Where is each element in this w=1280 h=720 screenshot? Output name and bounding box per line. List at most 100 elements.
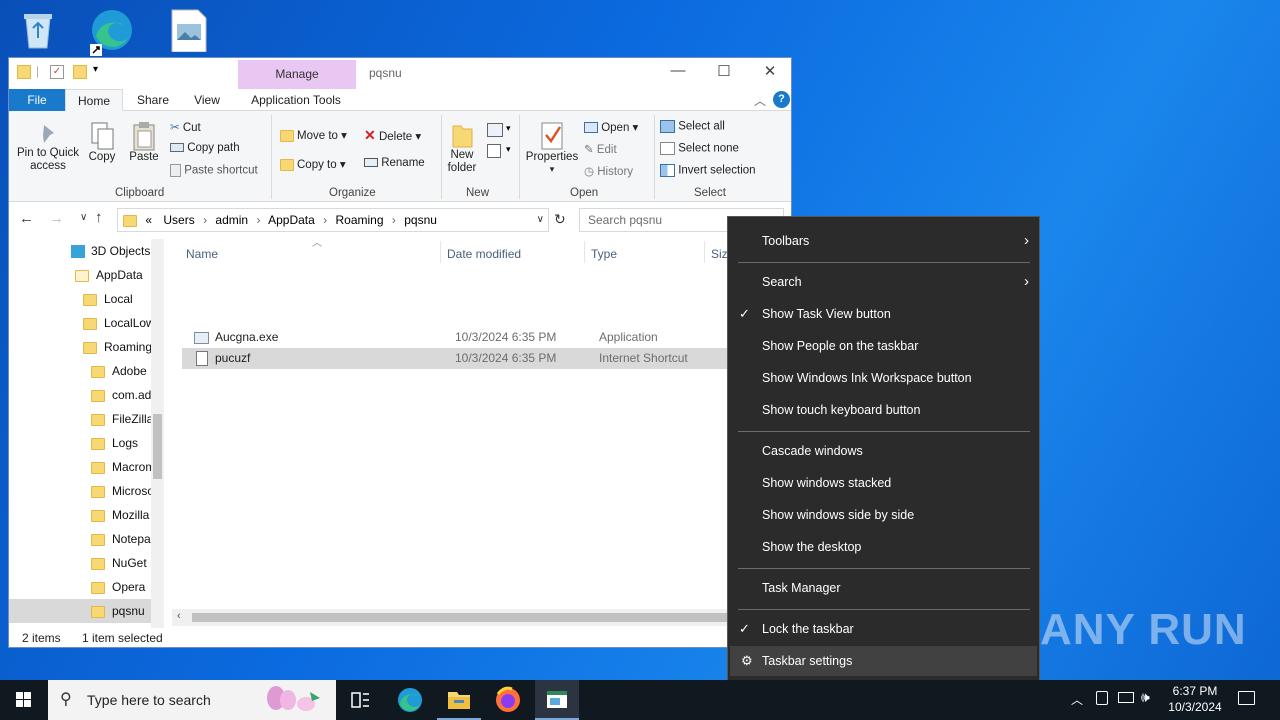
delete-button[interactable]: ✕ Delete ▾ <box>364 127 421 144</box>
nav-item-filezilla[interactable]: FileZilla <box>91 407 153 431</box>
manage-tab-group[interactable]: Manage <box>238 60 356 89</box>
nav-item-opera[interactable]: Opera <box>91 575 145 599</box>
menu-item-show-desktop[interactable]: Show the desktop <box>728 532 1039 562</box>
file-explorer-window[interactable]: | ✓ ▾ Manage pqsnu — ☐ ✕ File Home Share… <box>8 57 792 648</box>
taskbar-edge-button[interactable] <box>388 680 432 720</box>
column-divider[interactable] <box>584 241 585 263</box>
breadcrumb-overflow[interactable]: « <box>145 213 152 227</box>
move-to-button[interactable]: Move to ▾ <box>280 128 347 142</box>
menu-item-lock-taskbar[interactable]: ✓ Lock the taskbar <box>728 614 1039 644</box>
history-button[interactable]: ◷ History <box>584 164 633 178</box>
minimize-button[interactable]: — <box>655 62 701 84</box>
paste-button[interactable]: Paste <box>127 121 161 163</box>
copy-to-button[interactable]: Copy to ▾ <box>280 157 346 171</box>
taskbar-context-menu[interactable]: Toolbars › Search › ✓ Show Task View button… <box>727 216 1040 685</box>
scroll-left-icon[interactable]: ‹ <box>177 610 181 622</box>
notification-center-icon[interactable] <box>1238 691 1255 705</box>
nav-item-logs[interactable]: Logs <box>91 431 138 455</box>
select-all-button[interactable]: Select all <box>660 120 725 133</box>
horizontal-scrollbar[interactable]: ‹ <box>172 609 791 626</box>
security-icon[interactable] <box>1096 691 1108 705</box>
breadcrumb-roaming[interactable]: Roaming <box>336 213 384 227</box>
column-date-modified[interactable]: Date modified <box>447 247 521 261</box>
nav-item-adobe[interactable]: Adobe <box>91 359 147 383</box>
pin-quick-access-button[interactable]: Pin to Quick access <box>13 121 83 173</box>
tab-view[interactable]: View <box>185 89 229 112</box>
menu-item-show-people[interactable]: Show People on the taskbar <box>728 331 1039 361</box>
menu-item-show-task-view[interactable]: ✓ Show Task View button <box>728 299 1039 329</box>
qat-dropdown-icon[interactable]: ▾ <box>93 64 98 75</box>
taskbar-explorer-button[interactable] <box>437 680 481 720</box>
recent-dropdown-icon[interactable]: ∨ <box>80 212 87 223</box>
maximize-button[interactable]: ☐ <box>701 62 747 84</box>
copy-button[interactable]: Copy <box>87 121 117 163</box>
invert-selection-button[interactable]: Invert selection <box>660 164 756 177</box>
menu-item-show-ink-workspace[interactable]: Show Windows Ink Workspace button <box>728 363 1039 393</box>
tab-home[interactable]: Home <box>65 89 123 112</box>
new-item-icon[interactable] <box>487 123 503 137</box>
breadcrumb-pqsnu[interactable]: pqsnu <box>404 213 437 227</box>
menu-item-windows-side-by-side[interactable]: Show windows side by side <box>728 500 1039 530</box>
title-bar[interactable]: | ✓ ▾ Manage pqsnu — ☐ ✕ <box>9 58 791 89</box>
show-hidden-icons-chevron[interactable]: ︿ <box>1071 691 1083 708</box>
properties-check-icon[interactable]: ✓ <box>50 65 64 79</box>
taskbar-firefox-button[interactable] <box>486 680 530 720</box>
menu-item-toolbars[interactable]: Toolbars › <box>728 226 1039 256</box>
tab-share[interactable]: Share <box>129 89 177 112</box>
nav-item-appdata[interactable]: AppData <box>75 263 143 287</box>
easy-access-icon[interactable] <box>487 144 501 158</box>
forward-arrow-icon[interactable]: → <box>49 210 64 227</box>
edit-button[interactable]: ✎ Edit <box>584 142 617 156</box>
menu-item-show-touch-keyboard[interactable]: Show touch keyboard button <box>728 395 1039 425</box>
open-button[interactable]: Open ▾ <box>584 120 638 134</box>
rename-button[interactable]: Rename <box>364 157 425 169</box>
properties-button[interactable]: Properties ▾ <box>524 121 580 175</box>
close-button[interactable]: ✕ <box>747 62 791 84</box>
address-bar[interactable]: « Users › admin › AppData › Roaming › pq… <box>117 208 549 232</box>
refresh-icon[interactable]: ↻ <box>554 211 566 228</box>
nav-item-mozilla[interactable]: Mozilla <box>91 503 149 527</box>
select-none-button[interactable]: Select none <box>660 142 739 155</box>
start-button[interactable] <box>0 680 48 720</box>
paste-shortcut-button[interactable]: Paste shortcut <box>170 164 258 177</box>
file-list[interactable]: ︿ Name Date modified Type Size Aucgna.ex… <box>172 238 791 628</box>
breadcrumb-users[interactable]: Users <box>163 213 194 227</box>
nav-item-local[interactable]: Local <box>83 287 133 311</box>
menu-item-task-manager[interactable]: Task Manager <box>728 573 1039 603</box>
nav-item-pqsnu[interactable]: pqsnu <box>9 599 151 623</box>
nav-item-locallow[interactable]: LocalLow <box>83 311 155 335</box>
menu-item-taskbar-settings[interactable]: ⚙ Taskbar settings <box>730 646 1037 676</box>
image-file-icon[interactable] <box>166 8 210 53</box>
clock[interactable]: 6:37 PM 10/3/2024 <box>1160 683 1230 715</box>
up-arrow-icon[interactable]: ↑ <box>95 209 103 226</box>
navigation-pane[interactable]: 3D Objects AppData Local LocalLow Roamin… <box>9 239 164 628</box>
collapse-ribbon-icon[interactable]: ︿ <box>754 92 766 109</box>
nav-scrollbar[interactable] <box>151 239 164 628</box>
nav-scroll-thumb[interactable] <box>153 414 162 479</box>
menu-item-cascade-windows[interactable]: Cascade windows <box>728 436 1039 466</box>
nav-item-nuget[interactable]: NuGet <box>91 551 147 575</box>
copy-path-button[interactable]: Copy path <box>170 142 240 154</box>
taskbar-search-box[interactable]: ⚲ Type here to search <box>48 680 336 720</box>
nav-item-3d-objects[interactable]: 3D Objects <box>71 239 150 263</box>
tab-application-tools[interactable]: Application Tools <box>241 89 351 112</box>
new-item-dropdown-icon[interactable]: ▾ <box>506 123 511 134</box>
taskbar-app-button[interactable] <box>535 680 579 720</box>
new-folder-icon[interactable] <box>73 65 87 79</box>
hscroll-thumb[interactable] <box>192 613 732 622</box>
cut-button[interactable]: ✂ Cut <box>170 120 201 134</box>
column-divider[interactable] <box>440 241 441 263</box>
breadcrumb-admin[interactable]: admin <box>215 213 248 227</box>
easy-access-dropdown-icon[interactable]: ▾ <box>506 144 511 155</box>
edge-shortcut-icon[interactable] <box>88 8 132 56</box>
tab-file[interactable]: File <box>9 89 65 112</box>
column-type[interactable]: Type <box>591 247 617 261</box>
help-icon[interactable]: ? <box>773 91 790 108</box>
volume-icon[interactable]: 🕪 <box>1141 689 1150 706</box>
column-divider[interactable] <box>704 241 705 263</box>
file-row[interactable]: Aucgna.exe 10/3/2024 6:35 PM Application <box>182 327 791 348</box>
menu-item-windows-stacked[interactable]: Show windows stacked <box>728 468 1039 498</box>
network-icon[interactable] <box>1118 692 1134 703</box>
back-arrow-icon[interactable]: ← <box>19 210 34 227</box>
column-name[interactable]: Name <box>186 247 218 261</box>
